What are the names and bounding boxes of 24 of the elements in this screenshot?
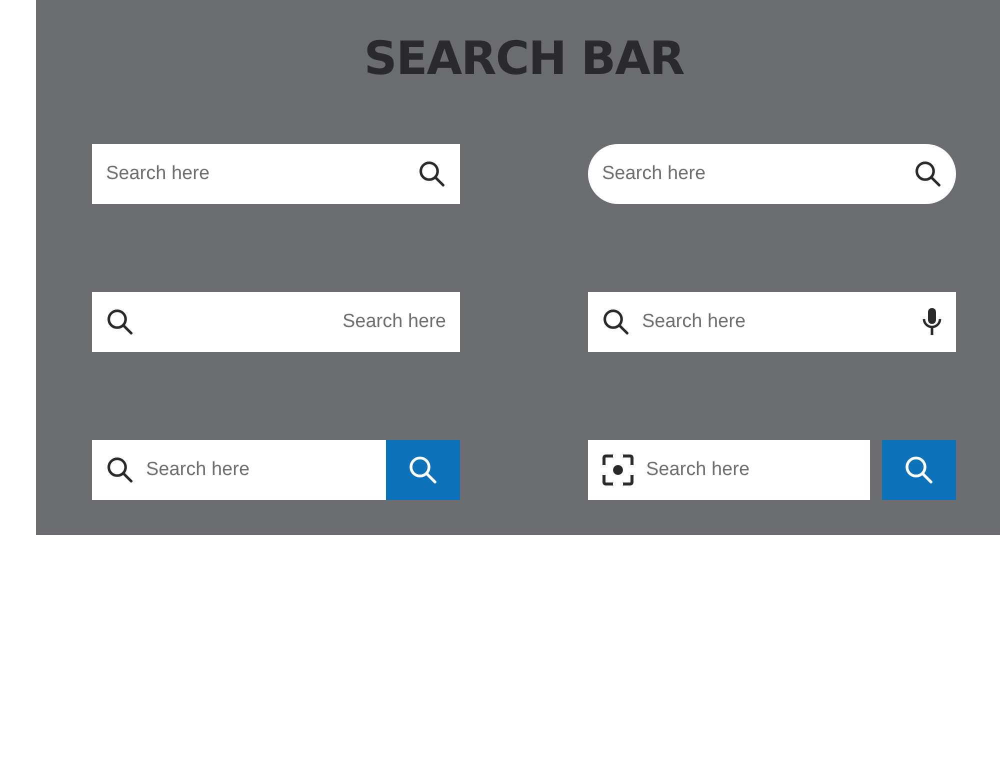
search-field[interactable]: Search here <box>642 308 910 336</box>
search-bar[interactable]: Search here <box>92 440 386 500</box>
search-button[interactable] <box>386 440 460 500</box>
search-bar[interactable]: Search here <box>588 292 956 352</box>
search-bar[interactable]: Search here <box>92 292 460 352</box>
search-field[interactable]: Search here <box>602 160 902 188</box>
page-title: SEARCH BAR <box>363 30 685 87</box>
search-field[interactable]: Search here <box>146 308 446 336</box>
search-icon <box>408 455 438 485</box>
microphone-icon <box>922 307 942 337</box>
search-icon <box>914 160 942 188</box>
search-icon <box>106 308 134 336</box>
search-button[interactable] <box>882 440 956 500</box>
search-icon <box>904 455 934 485</box>
search-icon <box>418 160 446 188</box>
search-field[interactable]: Search here <box>646 456 856 484</box>
search-field[interactable]: Search here <box>146 456 372 484</box>
search-bar[interactable]: Search here <box>588 440 870 500</box>
search-bar[interactable]: Search here <box>92 144 460 204</box>
search-icon <box>106 456 134 484</box>
search-bar[interactable]: Search here <box>588 144 956 204</box>
search-field[interactable]: Search here <box>106 160 406 188</box>
scan-icon <box>602 454 634 486</box>
search-icon <box>602 308 630 336</box>
